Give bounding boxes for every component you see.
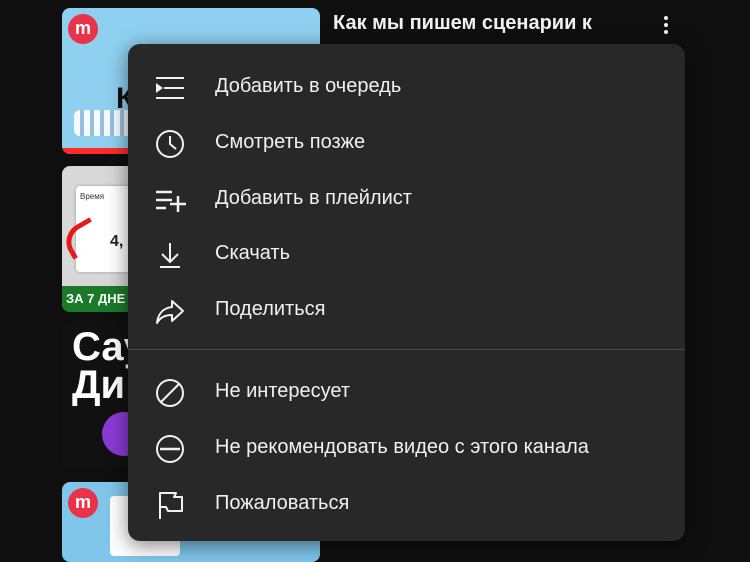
menu-item-label: Поделиться: [215, 298, 326, 320]
video-title[interactable]: Как мы пишем сценарии к: [333, 12, 633, 35]
menu-item-label: Не рекомендовать видео с этого канала: [215, 436, 589, 458]
thumbnail-graphic: [74, 110, 134, 136]
menu-item-label: Смотреть позже: [215, 131, 366, 153]
menu-item-not-interested[interactable]: Не интересует: [128, 367, 685, 415]
menu-item-report[interactable]: Пожаловаться: [128, 479, 685, 527]
clock-icon: [154, 128, 186, 160]
channel-logo: m: [68, 14, 98, 44]
more-actions-icon[interactable]: [656, 14, 676, 38]
menu-divider: [128, 349, 685, 350]
menu-item-watch-later[interactable]: Смотреть позже: [128, 118, 685, 166]
video-actions-menu: Добавить в очередь Смотреть позже Добави…: [128, 44, 685, 541]
menu-item-label: Пожаловаться: [215, 492, 350, 514]
queue-icon: [154, 72, 186, 104]
share-icon: [154, 295, 186, 327]
menu-item-label: Добавить в плейлист: [215, 187, 412, 209]
not-interested-icon: [154, 377, 186, 409]
menu-item-label: Скачать: [215, 242, 290, 264]
menu-item-share[interactable]: Поделиться: [128, 285, 685, 333]
menu-item-add-to-playlist[interactable]: Добавить в плейлист: [128, 174, 685, 222]
menu-item-label: Добавить в очередь: [215, 75, 402, 97]
menu-item-add-to-queue[interactable]: Добавить в очередь: [128, 62, 685, 110]
download-icon: [154, 239, 186, 271]
dont-recommend-icon: [154, 433, 186, 465]
menu-item-label: Не интересует: [215, 380, 351, 402]
channel-logo: m: [68, 488, 98, 518]
watch-progress-bar: [62, 148, 132, 154]
menu-item-download[interactable]: Скачать: [128, 229, 685, 277]
flag-icon: [154, 489, 186, 521]
playlist-add-icon: [154, 184, 186, 216]
menu-item-dont-recommend-channel[interactable]: Не рекомендовать видео с этого канала: [128, 423, 685, 471]
